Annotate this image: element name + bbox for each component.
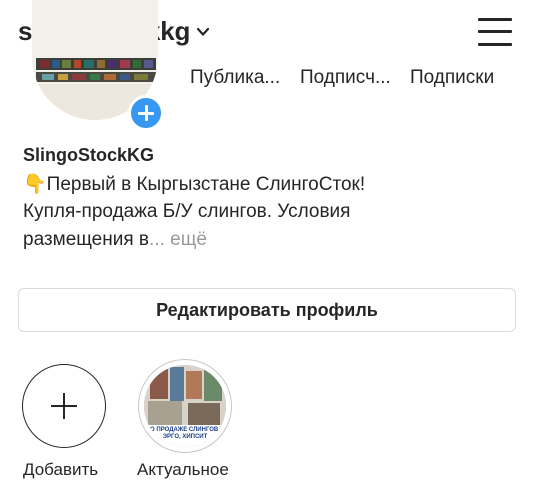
- profile-display-name: SlingoStockKG: [23, 145, 155, 165]
- highlight-thumbnail: О ПРОДАЖЕ СЛИНГОВ, ЭРГО, ХИПСИТ: [144, 365, 226, 447]
- new-highlight-label: Добавить: [23, 460, 99, 479]
- highlight-item[interactable]: О ПРОДАЖЕ СЛИНГОВ, ЭРГО, ХИПСИТ: [138, 359, 232, 453]
- stat-following[interactable]: Подписки: [410, 67, 494, 89]
- bio-line-1-text: Первый в Кыргызстане СлингоСток!: [46, 174, 366, 195]
- profile-stats: Публика... Подписч... Подписки: [188, 67, 528, 93]
- bio-more-link[interactable]: ... ещё: [149, 229, 207, 250]
- bio-line-3: размещения в... ещё: [23, 229, 207, 251]
- chevron-down-icon[interactable]: [196, 25, 210, 39]
- highlight-thumb-text: О ПРОДАЖЕ СЛИНГОВ, ЭРГО, ХИПСИТ: [150, 427, 220, 440]
- pointing-down-emoji-icon: 👇: [23, 174, 47, 195]
- new-highlight-button[interactable]: [22, 364, 106, 448]
- bio-line-3-text: размещения в: [23, 229, 150, 250]
- highlight-label: Актуальное: [137, 460, 229, 479]
- bio-line-1: 👇Первый в Кыргызстане СлингоСток!: [23, 172, 365, 196]
- stat-followers[interactable]: Подписч...: [300, 67, 391, 89]
- hamburger-menu-icon[interactable]: [478, 16, 512, 48]
- stat-posts[interactable]: Публика...: [190, 67, 280, 89]
- bio-line-2: Купля-продажа Б/У слингов. Условия: [23, 201, 351, 222]
- edit-profile-button[interactable]: Редактировать профиль: [18, 288, 516, 332]
- add-story-plus-icon[interactable]: [128, 95, 164, 131]
